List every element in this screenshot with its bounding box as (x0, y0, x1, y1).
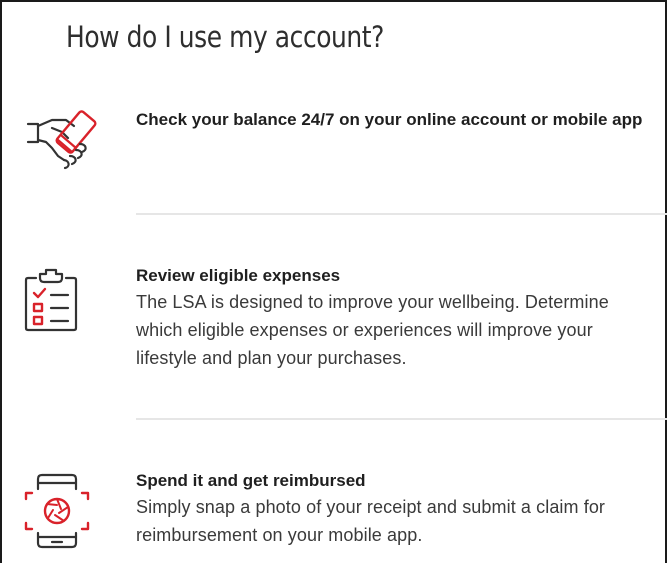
page-title: How do I use my account? (66, 20, 384, 54)
item-description: The LSA is designed to improve your well… (136, 292, 609, 368)
item-text: Check your balance 24/7 on your online a… (136, 108, 656, 132)
item-heading: Spend it and get reimbursed (136, 471, 366, 490)
clipboard-checklist-icon (22, 266, 82, 339)
divider (136, 418, 667, 420)
item-heading: Check your balance 24/7 on your online a… (136, 110, 643, 129)
item-text: Review eligible expenses The LSA is desi… (136, 264, 656, 372)
item-heading: Review eligible expenses (136, 266, 341, 285)
item-text: Spend it and get reimbursed Simply snap … (136, 469, 656, 549)
handshake-phone-icon (22, 106, 108, 181)
item-description: Simply snap a photo of your receipt and … (136, 497, 606, 545)
divider (136, 213, 667, 215)
phone-camera-scan-icon (22, 471, 92, 556)
